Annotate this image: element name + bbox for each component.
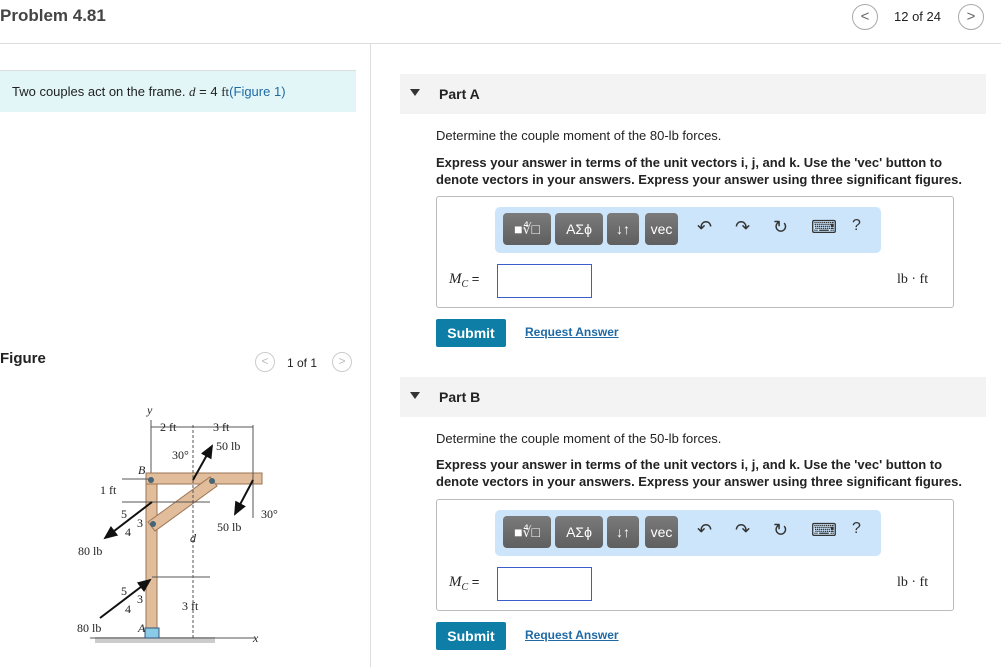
part-b-instructions: Express your answer in terms of the unit… [436, 457, 962, 489]
chevron-right-icon: > [966, 8, 976, 25]
chevron-left-icon: < [860, 8, 870, 25]
label-d: d [190, 531, 197, 545]
part-a-instructions: Express your answer in terms of the unit… [436, 155, 962, 187]
intro-text: Two couples act on the frame. [12, 84, 190, 99]
arrows-button[interactable]: ↓↑ [607, 213, 639, 245]
greek-button[interactable]: ΑΣϕ [555, 213, 603, 245]
vec-button[interactable]: vec [645, 516, 678, 548]
equals: = [468, 574, 480, 589]
redo-icon[interactable]: ↷ [735, 217, 750, 238]
slope-5: 5 [121, 507, 127, 521]
brace [147, 476, 218, 532]
page-title: Problem 4.81 [0, 6, 106, 25]
chevron-right-icon: > [338, 354, 346, 368]
reset-icon[interactable]: ↻ [773, 217, 788, 238]
undo-icon[interactable]: ↶ [697, 520, 712, 541]
figure-position: 1 of 1 [287, 356, 318, 370]
request-answer-link[interactable]: Request Answer [525, 325, 619, 339]
prev-problem-button[interactable]: < [852, 4, 878, 30]
figure-link[interactable]: (Figure 1) [229, 84, 285, 99]
keyboard-icon[interactable]: ⌨ [811, 520, 837, 541]
frame-figure: y x B A d 2 ft 3 ft 1 ft 3 ft 50 lb 50 l… [77, 403, 278, 645]
slope-3: 3 [137, 516, 143, 530]
part-a-answer-box: ■∜□ ΑΣϕ ↓↑ vec ↶ ↷ ↻ ⌨ ? MC = lb · ft [436, 196, 954, 308]
next-problem-button[interactable]: > [958, 4, 984, 30]
keyboard-icon[interactable]: ⌨ [811, 217, 837, 238]
var: M [449, 574, 462, 590]
label-3ft-top: 3 ft [213, 420, 230, 434]
part-label: Part A [439, 86, 480, 102]
problem-intro: Two couples act on the frame. d = 4 ft(F… [0, 70, 356, 112]
equals: = [468, 271, 480, 286]
label-y: y [146, 403, 153, 417]
figure-label: Figure [0, 350, 46, 367]
help-icon[interactable]: ? [852, 217, 861, 235]
label-50lb-top: 50 lb [216, 439, 240, 453]
submit-button[interactable]: Submit [436, 319, 506, 347]
math-toolbar: ■∜□ ΑΣϕ ↓↑ vec ↶ ↷ ↻ ⌨ ? [495, 207, 881, 253]
next-figure-button[interactable]: > [332, 352, 352, 372]
part-a-question: Determine the couple moment of the 80-lb… [436, 128, 722, 143]
label-80lb-top: 80 lb [78, 544, 102, 558]
label-1ft: 1 ft [100, 483, 117, 497]
header-divider [0, 43, 1001, 44]
request-answer-link[interactable]: Request Answer [525, 628, 619, 642]
slope-4: 4 [125, 602, 131, 616]
pin-B [148, 477, 154, 483]
arrows-button[interactable]: ↓↑ [607, 516, 639, 548]
collapse-triangle-icon [410, 89, 420, 96]
label-2ft: 2 ft [160, 420, 177, 434]
column-divider [370, 44, 371, 667]
greek-button[interactable]: ΑΣϕ [555, 516, 603, 548]
chevron-left-icon: < [261, 354, 269, 368]
slope-4: 4 [125, 525, 131, 539]
var: M [449, 271, 462, 287]
prev-figure-button[interactable]: < [255, 352, 275, 372]
support-A [144, 627, 160, 639]
pin [150, 521, 156, 527]
part-a-header[interactable]: Part A [400, 74, 986, 114]
answer-input[interactable] [497, 264, 592, 298]
help-icon[interactable]: ? [852, 520, 861, 538]
part-label: Part B [439, 389, 481, 405]
intro-eq: = 4 [195, 84, 222, 99]
variable-label: MC = [449, 574, 479, 593]
answer-input[interactable] [497, 567, 592, 601]
part-b-question: Determine the couple moment of the 50-lb… [436, 431, 722, 446]
label-A: A [137, 621, 146, 635]
unit-label: lb · ft [897, 272, 929, 287]
slope-5: 5 [121, 584, 127, 598]
reset-icon[interactable]: ↻ [773, 520, 788, 541]
unit-label: lb · ft [897, 575, 929, 590]
problem-position: 12 of 24 [894, 9, 941, 24]
undo-icon[interactable]: ↶ [697, 217, 712, 238]
pin [209, 478, 215, 484]
vec-button[interactable]: vec [645, 213, 678, 245]
label-B: B [138, 463, 146, 477]
templates-button[interactable]: ■∜□ [503, 516, 551, 548]
label-50lb-bottom: 50 lb [217, 520, 241, 534]
label-80lb-bottom: 80 lb [77, 621, 101, 635]
templates-button[interactable]: ■∜□ [503, 213, 551, 245]
slope-3: 3 [137, 592, 143, 606]
label-x: x [252, 631, 259, 645]
label-30deg-bottom: 30° [261, 507, 278, 521]
intro-unit: ft [221, 84, 230, 99]
collapse-triangle-icon [410, 392, 420, 399]
label-3ft: 3 ft [182, 599, 199, 613]
force-50lb-bottom [234, 479, 254, 516]
variable-label: MC = [449, 271, 479, 290]
redo-icon[interactable]: ↷ [735, 520, 750, 541]
math-toolbar: ■∜□ ΑΣϕ ↓↑ vec ↶ ↷ ↻ ⌨ ? [495, 510, 881, 556]
part-b-header[interactable]: Part B [400, 377, 986, 417]
submit-button[interactable]: Submit [436, 622, 506, 650]
label-30deg-top: 30° [172, 448, 189, 462]
part-b-answer-box: ■∜□ ΑΣϕ ↓↑ vec ↶ ↷ ↻ ⌨ ? MC = lb · ft [436, 499, 954, 611]
